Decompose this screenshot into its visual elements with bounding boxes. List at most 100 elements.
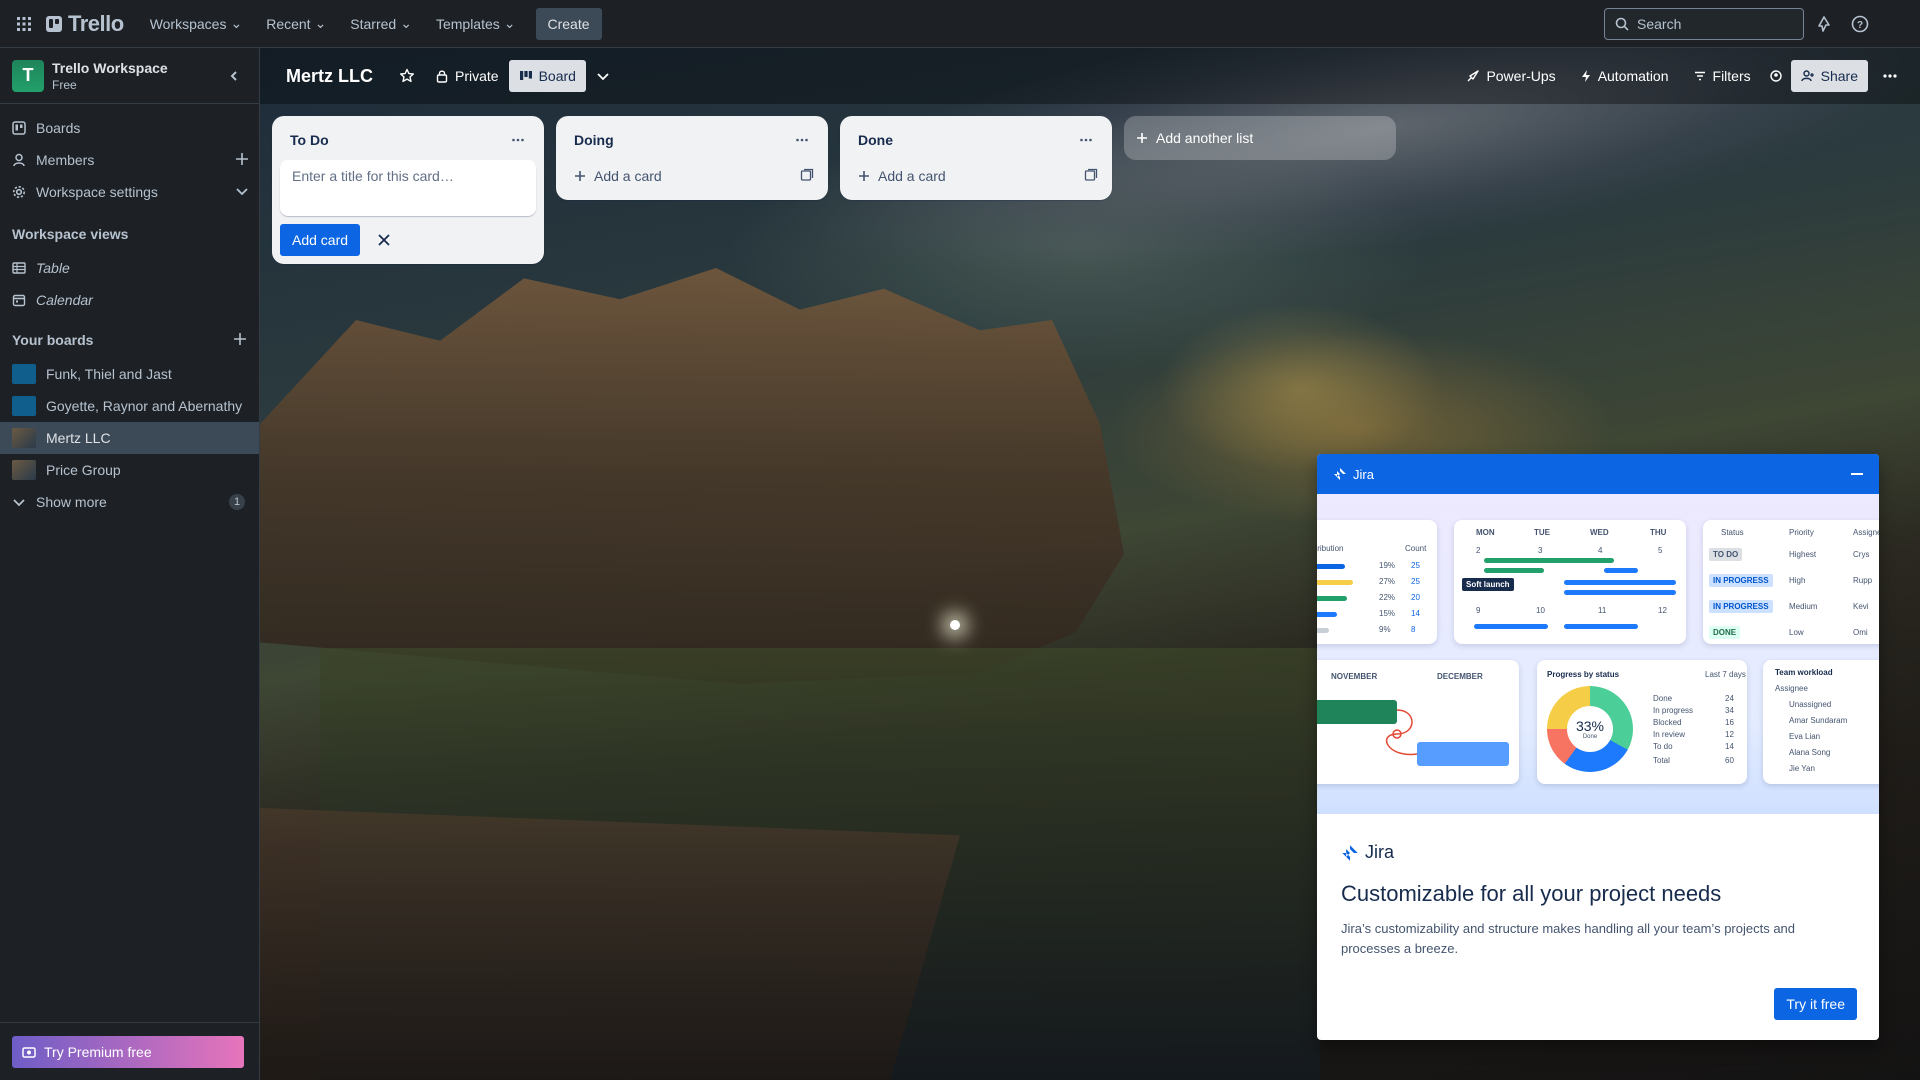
app-switcher-icon[interactable] — [8, 8, 40, 40]
gear-icon — [13, 186, 25, 198]
menu-label: Templates — [435, 15, 500, 32]
list-menu-icon[interactable] — [1074, 128, 1098, 152]
add-person-icon — [1800, 70, 1814, 82]
svg-text:?: ? — [1857, 20, 1863, 31]
lightning-icon — [1581, 70, 1590, 82]
close-icon[interactable] — [368, 224, 400, 256]
star-icon — [400, 68, 414, 83]
sidebar-item-calendar[interactable]: Calendar — [0, 284, 259, 316]
art-status-tag: IN PROGRESS — [1709, 600, 1773, 613]
promo-brand-text: Jira — [1365, 842, 1395, 862]
create-button[interactable]: Create — [535, 7, 602, 40]
starred-menu[interactable]: Starred ⌄ — [338, 8, 424, 40]
minimize-icon[interactable] — [1851, 473, 1863, 475]
art-workload-person: Eva Lian — [1789, 732, 1821, 741]
list-menu-icon[interactable] — [506, 128, 530, 152]
your-boards-label: Your boards — [12, 332, 94, 348]
list-title[interactable]: To Do — [290, 132, 329, 148]
add-member-icon[interactable] — [235, 152, 249, 169]
member-avatar-icon[interactable] — [1765, 60, 1787, 92]
add-a-card-button[interactable]: Add a card — [848, 160, 1104, 192]
art-assignee: Kevi — [1853, 602, 1869, 611]
share-button[interactable]: Share — [1790, 60, 1868, 92]
chevron-down-icon[interactable] — [235, 184, 249, 201]
sidebar-divider — [0, 1022, 260, 1023]
automation-label: Automation — [1597, 68, 1669, 84]
create-from-template-icon[interactable] — [1084, 168, 1098, 185]
art-timeline-card: NOVEMBER DECEMBER — [1317, 660, 1519, 784]
trello-logo[interactable]: Trello — [46, 11, 124, 37]
card-composer — [280, 160, 536, 216]
art-count: 25 — [1411, 577, 1420, 586]
list-header[interactable]: To Do — [280, 124, 536, 156]
collapse-sidebar-icon[interactable] — [222, 64, 246, 88]
art-priority: High — [1789, 576, 1806, 585]
sidebar-item-label: Funk, Thiel and Jast — [46, 366, 172, 382]
sidebar-item-label: Table — [36, 260, 70, 276]
chevron-down-icon: ⌄ — [503, 15, 516, 31]
try-premium-button[interactable]: Try Premium free — [12, 1036, 244, 1068]
search-input[interactable]: Search — [1604, 8, 1804, 40]
art-progress-card: Progress by status Last 7 days 33% Done … — [1537, 660, 1747, 784]
add-another-list-button[interactable]: Add another list — [1124, 116, 1396, 160]
workspaces-menu[interactable]: Workspaces ⌄ — [138, 8, 255, 40]
art-legend-value: 24 — [1725, 694, 1734, 703]
filters-button[interactable]: Filters — [1683, 60, 1761, 92]
workspace-avatar[interactable]: T — [12, 59, 44, 92]
sidebar-board-goyette-raynor-abernathy[interactable]: Goyette, Raynor and Abernathy — [0, 390, 259, 422]
search-placeholder: Search — [1637, 16, 1682, 32]
art-distribution-card: tribution Count 19% 27% 22% 15% 9% 25 25… — [1317, 520, 1437, 644]
list-title[interactable]: Doing — [574, 132, 614, 148]
list-header[interactable]: Doing — [564, 124, 820, 156]
visibility-button[interactable]: Private — [425, 60, 509, 92]
board-header-actions: Power-Ups Automation Filters Share — [1456, 60, 1908, 92]
sidebar-item-workspace-settings[interactable]: Workspace settings — [0, 176, 259, 208]
your-boards-heading: Your boards — [0, 322, 259, 358]
power-ups-button[interactable]: Power-Ups — [1456, 60, 1565, 92]
board-view-button[interactable]: Board — [508, 60, 586, 92]
automation-button[interactable]: Automation — [1570, 60, 1679, 92]
add-a-card-button[interactable]: Add a card — [564, 160, 820, 192]
recent-menu[interactable]: Recent ⌄ — [254, 8, 338, 40]
show-more-boards[interactable]: Show more 1 — [0, 486, 259, 518]
try-it-free-button[interactable]: Try it free — [1774, 988, 1857, 1020]
art-date: 3 — [1538, 546, 1543, 555]
view-switcher-dropdown[interactable] — [586, 60, 620, 92]
list-menu-icon[interactable] — [790, 128, 814, 152]
jira-logo-icon — [1342, 844, 1358, 861]
art-day: THU — [1650, 528, 1667, 537]
card-title-input[interactable] — [292, 168, 524, 208]
sidebar-board-mertz-llc[interactable]: Mertz LLC — [0, 422, 259, 454]
help-icon[interactable]: ? — [1848, 12, 1872, 36]
sidebar-item-table[interactable]: Table — [0, 252, 259, 284]
list-title[interactable]: Done — [858, 132, 893, 148]
art-assignee: Omi — [1853, 628, 1868, 637]
calendar-icon — [12, 294, 26, 307]
art-percent: 22% — [1379, 593, 1396, 602]
sidebar-item-boards[interactable]: Boards — [0, 112, 259, 144]
art-status-header: Status — [1721, 528, 1744, 537]
art-date: 11 — [1598, 606, 1607, 615]
create-from-template-icon[interactable] — [800, 168, 814, 185]
sidebar-board-funk-thiel-jast[interactable]: Funk, Thiel and Jast — [0, 358, 259, 390]
workspace-name[interactable]: Trello Workspace — [52, 60, 168, 76]
board-title[interactable]: Mertz LLC — [286, 66, 373, 87]
add-board-icon[interactable] — [233, 332, 247, 349]
templates-menu[interactable]: Templates ⌄ — [424, 8, 528, 40]
art-progress-range: Last 7 days — [1705, 670, 1746, 679]
add-card-button[interactable]: Add card — [280, 224, 361, 256]
add-list-label: Add another list — [1156, 130, 1254, 146]
art-legend-value: 14 — [1725, 742, 1734, 751]
sidebar-item-label: Members — [36, 152, 95, 168]
list-header[interactable]: Done — [848, 124, 1104, 156]
promo-header-bar: Jira — [1317, 454, 1879, 494]
star-board-button[interactable] — [389, 60, 425, 92]
art-bar — [1317, 596, 1347, 601]
art-status-tag: DONE — [1709, 626, 1741, 639]
notifications-icon[interactable] — [1812, 12, 1836, 36]
board-menu-icon[interactable] — [1872, 60, 1908, 92]
art-date: 2 — [1476, 546, 1481, 555]
sidebar-board-price-group[interactable]: Price Group — [0, 454, 259, 486]
sidebar-item-members[interactable]: Members — [0, 144, 259, 176]
art-day: TUE — [1534, 528, 1550, 537]
